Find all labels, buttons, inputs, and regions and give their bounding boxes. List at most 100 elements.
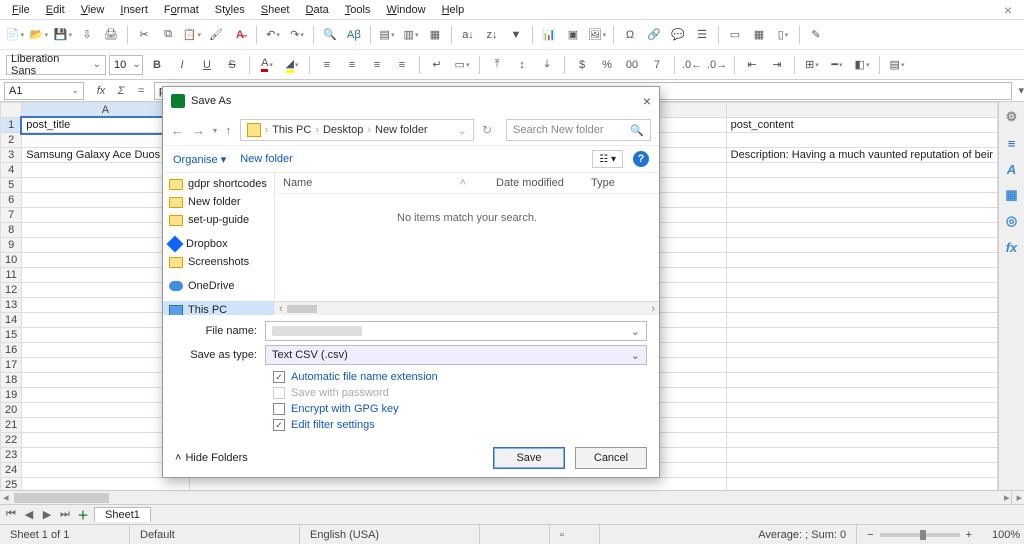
zoom-value[interactable]: 100%	[982, 525, 1024, 544]
add-decimal-icon[interactable]: .0←	[681, 54, 703, 76]
crumb-desktop[interactable]: Desktop	[323, 124, 363, 136]
sort-desc-icon[interactable]: z↓	[481, 24, 503, 46]
expand-formula-icon[interactable]: ▾	[1018, 84, 1024, 97]
chk-gpg-label[interactable]: Encrypt with GPG key	[291, 403, 399, 415]
sidebar-gallery-icon[interactable]: ▦	[1003, 186, 1021, 204]
clone-format-icon[interactable]: 🖌	[205, 24, 227, 46]
menu-file[interactable]: File	[4, 2, 38, 18]
hide-folders-toggle[interactable]: ˄Hide Folders	[175, 452, 248, 464]
menu-window[interactable]: Window	[378, 2, 433, 18]
equals-icon[interactable]: =	[132, 82, 150, 100]
image-icon[interactable]: 🖼	[586, 24, 608, 46]
filelist-scrollbar[interactable]: ‹›	[275, 301, 659, 315]
tree-gdpr[interactable]: gdpr shortcodes	[163, 175, 274, 193]
horizontal-scrollbar[interactable]: ◂ ▸▸	[0, 490, 1024, 504]
zoom-slider[interactable]	[880, 533, 960, 537]
first-sheet-icon[interactable]: ⏮	[4, 508, 18, 521]
italic-icon[interactable]: I	[171, 54, 193, 76]
font-color-icon[interactable]: A	[256, 54, 278, 76]
align-right-icon[interactable]: ≡	[366, 54, 388, 76]
print-icon[interactable]: 🖨	[100, 24, 122, 46]
pivot-icon[interactable]: ▣	[562, 24, 584, 46]
export-pdf-icon[interactable]: ⇩	[76, 24, 98, 46]
row-icon[interactable]: ▤	[376, 24, 398, 46]
sheet-tab-bar[interactable]: ⏮ ◀ ▶ ⏭ ＋ Sheet1	[0, 504, 1024, 524]
nav-recent-icon[interactable]: ▾	[213, 126, 217, 135]
dec-indent-icon[interactable]: ⇤	[741, 54, 763, 76]
autofilter-icon[interactable]: ▼	[505, 24, 527, 46]
folder-tree[interactable]: gdpr shortcodes New folder set-up-guide …	[163, 173, 275, 315]
borders-icon[interactable]: ⊞	[801, 54, 823, 76]
next-sheet-icon[interactable]: ▶	[40, 508, 54, 521]
new-doc-icon[interactable]: 📄	[4, 24, 26, 46]
sidebar-styles-icon[interactable]: A	[1003, 160, 1021, 178]
remove-decimal-icon[interactable]: .0→	[706, 54, 728, 76]
chk-gpg[interactable]	[273, 403, 285, 415]
col-name[interactable]: Name	[283, 177, 460, 189]
file-name-input[interactable]	[265, 321, 647, 341]
tree-dropbox[interactable]: Dropbox	[163, 235, 274, 253]
menu-help[interactable]: Help	[434, 2, 473, 18]
zoom-out-icon[interactable]: −	[867, 529, 873, 541]
col-type[interactable]: Type	[591, 177, 651, 189]
define-range-icon[interactable]: ▭	[724, 24, 746, 46]
border-color-icon[interactable]: ◧	[851, 54, 873, 76]
hyperlink-icon[interactable]: 🔗	[643, 24, 665, 46]
wrap-icon[interactable]: ↵	[426, 54, 448, 76]
strike-icon[interactable]: S	[221, 54, 243, 76]
find-icon[interactable]: 🔍	[319, 24, 341, 46]
redo-icon[interactable]: ↷	[286, 24, 308, 46]
name-box[interactable]: A1	[4, 82, 84, 100]
font-size-combo[interactable]: 10	[109, 55, 143, 75]
chk-auto-ext[interactable]: ✓	[273, 371, 285, 383]
chart-icon[interactable]: 📊	[538, 24, 560, 46]
highlight-icon[interactable]: ◢	[281, 54, 303, 76]
sidebar-functions-icon[interactable]: fx	[1003, 238, 1021, 256]
sidebar-navigator-icon[interactable]: ◎	[1003, 212, 1021, 230]
tree-screenshots[interactable]: Screenshots	[163, 253, 274, 271]
align-bot-icon[interactable]: ⤓	[536, 54, 558, 76]
cancel-button[interactable]: Cancel	[575, 447, 647, 469]
status-selection[interactable]: ▫	[550, 525, 600, 544]
draw-icon[interactable]: ✎	[805, 24, 827, 46]
menu-bar[interactable]: File Edit View Insert Format Styles Shee…	[0, 0, 1024, 20]
sum-icon[interactable]: Σ	[112, 82, 130, 100]
open-icon[interactable]: 📂	[28, 24, 50, 46]
status-summary[interactable]: Average: ; Sum: 0	[600, 525, 857, 544]
tree-setup-guide[interactable]: set-up-guide	[163, 211, 274, 229]
document-close-icon[interactable]: ×	[996, 0, 1020, 20]
menu-tools[interactable]: Tools	[337, 2, 379, 18]
underline-icon[interactable]: U	[196, 54, 218, 76]
prev-sheet-icon[interactable]: ◀	[22, 508, 36, 521]
sort-asc-icon[interactable]: a↓	[457, 24, 479, 46]
nav-up-icon[interactable]: ↑	[225, 123, 232, 138]
save-icon[interactable]: 💾	[52, 24, 74, 46]
tree-new-folder[interactable]: New folder	[163, 193, 274, 211]
function-wizard-icon[interactable]: fx	[92, 82, 110, 100]
align-center-icon[interactable]: ≡	[341, 54, 363, 76]
align-left-icon[interactable]: ≡	[316, 54, 338, 76]
align-mid-icon[interactable]: ↕	[511, 54, 533, 76]
spellcheck-icon[interactable]: Aꞵ	[343, 24, 365, 46]
menu-edit[interactable]: Edit	[38, 2, 73, 18]
undo-icon[interactable]: ↶	[262, 24, 284, 46]
menu-data[interactable]: Data	[298, 2, 337, 18]
percent-icon[interactable]: %	[596, 54, 618, 76]
sidebar[interactable]: ⚙ ≡ A ▦ ◎ fx	[998, 102, 1024, 490]
cond-format-icon[interactable]: ▤	[886, 54, 908, 76]
last-sheet-icon[interactable]: ⏭	[58, 508, 72, 521]
clear-format-icon[interactable]: A̶	[229, 24, 251, 46]
date-icon[interactable]: 7	[646, 54, 668, 76]
organise-menu[interactable]: Organise ▾	[173, 153, 226, 166]
menu-insert[interactable]: Insert	[112, 2, 156, 18]
chk-filter-label[interactable]: Edit filter settings	[291, 419, 375, 431]
currency-icon[interactable]: $	[571, 54, 593, 76]
comment-icon[interactable]: 💬	[667, 24, 689, 46]
file-list-header[interactable]: Name˄ Date modified Type	[275, 173, 659, 194]
tree-this-pc[interactable]: This PC	[163, 301, 274, 315]
paste-icon[interactable]: 📋	[181, 24, 203, 46]
save-button[interactable]: Save	[493, 447, 565, 469]
font-name-combo[interactable]: Liberation Sans	[6, 55, 106, 75]
crumb-this-pc[interactable]: This PC	[272, 124, 311, 136]
status-lang[interactable]: English (USA)	[300, 525, 480, 544]
